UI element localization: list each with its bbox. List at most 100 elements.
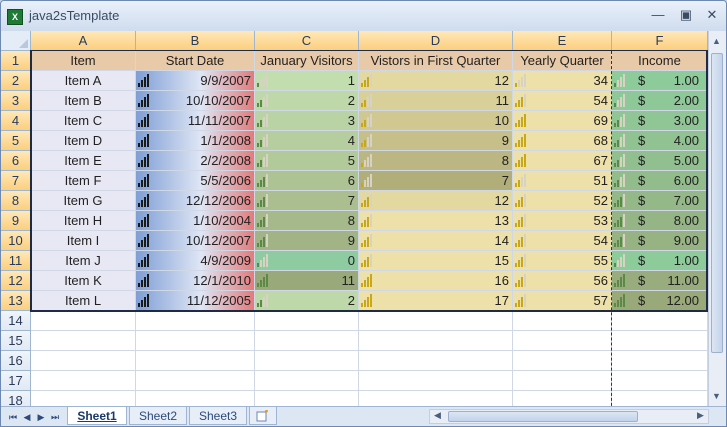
empty-cell[interactable] (31, 371, 136, 391)
january-visitors-cell[interactable]: 11 (255, 271, 359, 291)
yearly-quarter-cell[interactable]: 52 (513, 191, 612, 211)
empty-cell[interactable] (255, 351, 359, 371)
start-date-cell[interactable]: 11/11/2007 (136, 111, 255, 131)
empty-cell[interactable] (513, 391, 612, 406)
row-header-17[interactable]: 17 (1, 371, 31, 391)
start-date-cell[interactable]: 11/12/2005 (136, 291, 255, 311)
vertical-scroll-thumb[interactable] (711, 53, 723, 353)
first-quarter-cell[interactable]: 12 (359, 71, 513, 91)
row-header-3[interactable]: 3 (1, 91, 31, 111)
january-visitors-cell[interactable]: 4 (255, 131, 359, 151)
first-quarter-cell[interactable]: 15 (359, 251, 513, 271)
start-date-cell[interactable]: 2/2/2008 (136, 151, 255, 171)
prev-sheet-icon[interactable]: ◀ (21, 410, 33, 424)
scroll-right-icon[interactable]: ▶ (693, 409, 708, 422)
first-quarter-cell[interactable]: 14 (359, 231, 513, 251)
row-header-6[interactable]: 6 (1, 151, 31, 171)
empty-cell[interactable] (255, 391, 359, 406)
yearly-quarter-cell[interactable]: 51 (513, 171, 612, 191)
first-quarter-cell[interactable]: 7 (359, 171, 513, 191)
row-header-10[interactable]: 10 (1, 231, 31, 251)
item-cell[interactable]: Item J (31, 251, 136, 271)
empty-cell[interactable] (513, 351, 612, 371)
row-header-9[interactable]: 9 (1, 211, 31, 231)
start-date-cell[interactable]: 4/9/2009 (136, 251, 255, 271)
empty-cell[interactable] (136, 391, 255, 406)
empty-cell[interactable] (612, 331, 708, 351)
next-sheet-icon[interactable]: ▶ (35, 410, 47, 424)
empty-cell[interactable] (612, 371, 708, 391)
start-date-cell[interactable]: 12/1/2010 (136, 271, 255, 291)
income-cell[interactable]: $6.00 (612, 171, 708, 191)
income-cell[interactable]: $2.00 (612, 91, 708, 111)
row-header-13[interactable]: 13 (1, 291, 31, 311)
tab-sheet1[interactable]: Sheet1 (67, 407, 127, 425)
empty-cell[interactable] (359, 351, 513, 371)
insert-sheet-icon[interactable] (249, 407, 277, 425)
first-quarter-cell[interactable]: 13 (359, 211, 513, 231)
empty-cell[interactable] (31, 311, 136, 331)
yearly-quarter-cell[interactable]: 54 (513, 231, 612, 251)
header-cell-b[interactable]: Start Date (136, 51, 255, 71)
row-header-12[interactable]: 12 (1, 271, 31, 291)
empty-cell[interactable] (136, 311, 255, 331)
start-date-cell[interactable]: 5/5/2006 (136, 171, 255, 191)
scroll-left-icon[interactable]: ◀ (430, 409, 445, 422)
income-cell[interactable]: $11.00 (612, 271, 708, 291)
empty-cell[interactable] (31, 391, 136, 406)
income-cell[interactable]: $1.00 (612, 251, 708, 271)
tab-sheet3[interactable]: Sheet3 (189, 407, 247, 425)
yearly-quarter-cell[interactable]: 34 (513, 71, 612, 91)
item-cell[interactable]: Item C (31, 111, 136, 131)
item-cell[interactable]: Item D (31, 131, 136, 151)
excel-icon[interactable]: X (7, 9, 23, 25)
item-cell[interactable]: Item E (31, 151, 136, 171)
select-all-button[interactable] (1, 31, 31, 51)
first-quarter-cell[interactable]: 11 (359, 91, 513, 111)
income-cell[interactable]: $7.00 (612, 191, 708, 211)
row-header-1[interactable]: 1 (1, 51, 31, 71)
empty-cell[interactable] (513, 371, 612, 391)
start-date-cell[interactable]: 12/12/2006 (136, 191, 255, 211)
yearly-quarter-cell[interactable]: 68 (513, 131, 612, 151)
empty-cell[interactable] (359, 391, 513, 406)
column-header-f[interactable]: F (612, 31, 708, 51)
empty-cell[interactable] (359, 311, 513, 331)
item-cell[interactable]: Item B (31, 91, 136, 111)
item-cell[interactable]: Item F (31, 171, 136, 191)
first-quarter-cell[interactable]: 16 (359, 271, 513, 291)
column-header-e[interactable]: E (513, 31, 612, 51)
empty-cell[interactable] (255, 331, 359, 351)
row-header-8[interactable]: 8 (1, 191, 31, 211)
header-cell-c[interactable]: January Visitors (255, 51, 359, 71)
yearly-quarter-cell[interactable]: 53 (513, 211, 612, 231)
yearly-quarter-cell[interactable]: 69 (513, 111, 612, 131)
item-cell[interactable]: Item G (31, 191, 136, 211)
start-date-cell[interactable]: 10/10/2007 (136, 91, 255, 111)
empty-cell[interactable] (136, 331, 255, 351)
start-date-cell[interactable]: 1/10/2004 (136, 211, 255, 231)
scroll-down-icon[interactable]: ▼ (709, 388, 724, 404)
empty-cell[interactable] (136, 351, 255, 371)
january-visitors-cell[interactable]: 9 (255, 231, 359, 251)
row-header-7[interactable]: 7 (1, 171, 31, 191)
item-cell[interactable]: Item K (31, 271, 136, 291)
minimize-icon[interactable]: — (649, 7, 667, 23)
empty-cell[interactable] (359, 371, 513, 391)
january-visitors-cell[interactable]: 3 (255, 111, 359, 131)
first-sheet-icon[interactable]: ⏮ (7, 410, 19, 424)
january-visitors-cell[interactable]: 5 (255, 151, 359, 171)
last-sheet-icon[interactable]: ⏭ (49, 410, 61, 424)
january-visitors-cell[interactable]: 8 (255, 211, 359, 231)
empty-cell[interactable] (255, 311, 359, 331)
empty-cell[interactable] (513, 331, 612, 351)
income-cell[interactable]: $3.00 (612, 111, 708, 131)
scroll-up-icon[interactable]: ▲ (709, 33, 724, 49)
row-header-16[interactable]: 16 (1, 351, 31, 371)
income-cell[interactable]: $9.00 (612, 231, 708, 251)
row-header-2[interactable]: 2 (1, 71, 31, 91)
column-header-c[interactable]: C (255, 31, 359, 51)
header-cell-f[interactable]: Income (612, 51, 708, 71)
empty-cell[interactable] (31, 331, 136, 351)
vertical-scrollbar[interactable]: ▲ ▼ (708, 31, 726, 406)
